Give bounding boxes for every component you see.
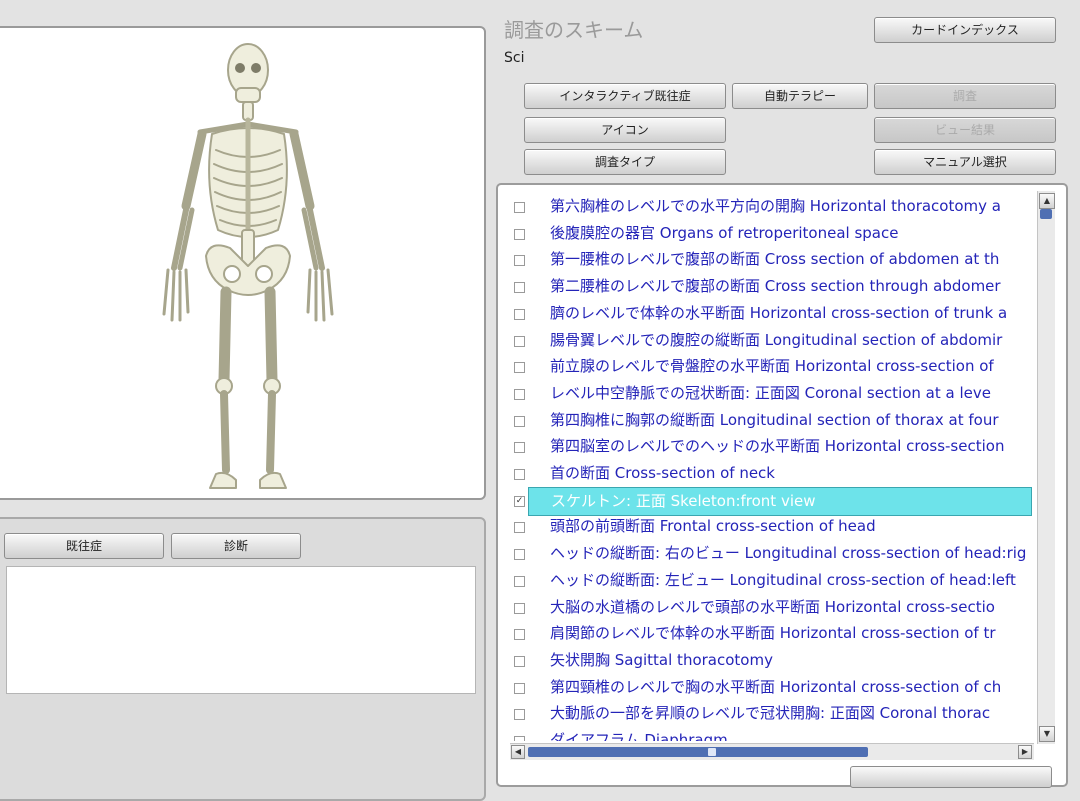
list-item-label: 第一腰椎のレベルで腹部の断面 Cross section of abdomen … [550, 250, 1000, 269]
checkbox[interactable] [514, 736, 525, 741]
list-item-label: 頭部の前頭断面 Frontal cross-section of head [550, 517, 876, 536]
checkbox[interactable] [514, 228, 525, 240]
view-result-button[interactable]: ビュー結果 [874, 117, 1056, 143]
horizontal-scrollbar[interactable]: ◀ ▶ [510, 743, 1034, 760]
list-item-label: ヘッドの縦断面: 右のビュー Longitudinal cross-sectio… [550, 544, 1027, 563]
checkbox[interactable] [514, 549, 525, 561]
list-item[interactable]: ダイアフラム Diaphragm [498, 727, 1035, 741]
checkbox[interactable]: ✓ [514, 495, 525, 507]
list-item-label: 後腹膜腔の器官 Organs of retroperitoneal space [550, 223, 899, 242]
vertical-scroll-thumb[interactable] [1040, 209, 1052, 219]
list-item-label: レベル中空静脈での冠状断面: 正面図 Coronal section at a … [550, 383, 991, 402]
list-item-label: 大動脈の一部を昇順のレベルで冠状開胸: 正面図 Coronal thorac [550, 704, 991, 723]
scroll-up-icon[interactable]: ▲ [1039, 193, 1055, 209]
list-item-label: 第四脳室のレベルでのヘッドの水平断面 Horizontal cross-sect… [550, 437, 1005, 456]
list-item[interactable]: 臍のレベルで体幹の水平断面 Horizontal cross-section o… [498, 300, 1035, 327]
list-item-label: 前立腺のレベルで骨盤腔の水平断面 Horizontal cross-sectio… [550, 357, 994, 376]
list-item[interactable]: 第二腰椎のレベルで腹部の断面 Cross section through abd… [498, 273, 1035, 300]
checkbox[interactable] [514, 655, 525, 667]
list-item[interactable]: 首の断面 Cross-section of neck [498, 460, 1035, 487]
checkbox[interactable] [514, 682, 525, 694]
list-item[interactable]: 肩関節のレベルで体幹の水平断面 Horizontal cross-section… [498, 620, 1035, 647]
checkbox[interactable] [514, 362, 525, 374]
list-item-label: 第六胸椎のレベルでの水平方向の開胸 Horizontal thoracotomy… [550, 197, 1001, 215]
list-item-label: 臍のレベルで体幹の水平断面 Horizontal cross-section o… [550, 303, 1008, 322]
card-index-button[interactable]: カードインデックス [874, 17, 1056, 43]
list-item-label: 大脳の水道橋のレベルで頭部の水平断面 Horizontal cross-sect… [550, 597, 995, 616]
list-item[interactable]: ヘッドの縦断面: 左ビュー Longitudinal cross-section… [498, 567, 1035, 594]
scroll-left-icon[interactable]: ◀ [511, 745, 525, 759]
list-item[interactable]: 後腹膜腔の器官 Organs of retroperitoneal space [498, 220, 1035, 247]
list-item[interactable]: 前立腺のレベルで骨盤腔の水平断面 Horizontal cross-sectio… [498, 353, 1035, 380]
notes-textbox[interactable] [6, 566, 476, 694]
list-item[interactable]: 大動脈の一部を昇順のレベルで冠状開胸: 正面図 Coronal thorac [498, 700, 1035, 727]
list-item[interactable]: ヘッドの縦断面: 右のビュー Longitudinal cross-sectio… [498, 540, 1035, 567]
checkbox[interactable] [514, 388, 525, 400]
survey-list-panel: 第六胸椎のレベルでの水平方向の開胸 Horizontal thoracotomy… [496, 183, 1068, 787]
list-item-label: 第四頸椎のレベルで胸の水平断面 Horizontal cross-section… [550, 677, 1002, 696]
list-item[interactable]: 第一腰椎のレベルで腹部の断面 Cross section of abdomen … [498, 246, 1035, 273]
checkbox[interactable] [514, 602, 525, 614]
model-viewer[interactable] [0, 26, 486, 500]
checkbox[interactable] [514, 629, 525, 641]
list-item-label: 第四胸椎に胸郭の縦断面 Longitudinal section of thor… [550, 410, 999, 429]
survey-type-button[interactable]: 調査タイプ [524, 149, 726, 175]
auto-therapy-button[interactable]: 自動テラピー [732, 83, 868, 109]
skeleton-figure [162, 43, 334, 489]
list-item-label: 矢状開胸 Sagittal thoracotomy [550, 650, 773, 669]
manual-select-button[interactable]: マニュアル選択 [874, 149, 1056, 175]
list-item[interactable]: レベル中空静脈での冠状断面: 正面図 Coronal section at a … [498, 380, 1035, 407]
interactive-history-button[interactable]: インタラクティブ既往症 [524, 83, 726, 109]
checkbox[interactable] [514, 442, 525, 454]
list-item-label: スケルトン: 正面 Skeleton:front view [528, 486, 1032, 516]
checkbox[interactable] [514, 575, 525, 587]
diagnosis-button[interactable]: 診断 [171, 533, 301, 559]
scroll-down-icon[interactable]: ▼ [1039, 726, 1055, 742]
horizontal-scroll-thumb[interactable] [528, 747, 868, 757]
checkbox[interactable] [514, 308, 525, 320]
checkbox[interactable] [514, 282, 525, 294]
list-item[interactable]: 第四脳室のレベルでのヘッドの水平断面 Horizontal cross-sect… [498, 433, 1035, 460]
checkbox[interactable] [514, 202, 525, 213]
list-item[interactable]: 第四胸椎に胸郭の縦断面 Longitudinal section of thor… [498, 407, 1035, 434]
list-item-label: ダイアフラム Diaphragm [550, 731, 728, 741]
list-item-label: 首の断面 Cross-section of neck [550, 464, 775, 482]
list-item[interactable]: 矢状開胸 Sagittal thoracotomy [498, 647, 1035, 674]
checkbox[interactable] [514, 415, 525, 427]
scroll-grip-icon [708, 748, 716, 756]
list-item[interactable]: 大脳の水道橋のレベルで頭部の水平断面 Horizontal cross-sect… [498, 594, 1035, 621]
vertical-scrollbar[interactable]: ▲ ▼ [1037, 191, 1055, 744]
list-item-label: 肩関節のレベルで体幹の水平断面 Horizontal cross-section… [550, 624, 996, 643]
checkbox[interactable] [514, 335, 525, 347]
checkbox[interactable] [514, 522, 525, 534]
list-item-label: ヘッドの縦断面: 左ビュー Longitudinal cross-section… [550, 570, 1016, 589]
scheme-title: 調査のスキーム [504, 18, 644, 42]
history-button[interactable]: 既往症 [4, 533, 164, 559]
list-item[interactable]: 第四頸椎のレベルで胸の水平断面 Horizontal cross-section… [498, 674, 1035, 701]
list-item[interactable]: 腸骨翼レベルでの腹腔の縦断面 Longitudinal section of a… [498, 327, 1035, 354]
viewer-canvas[interactable] [2, 34, 478, 492]
icon-button[interactable]: アイコン [524, 117, 726, 143]
checkbox[interactable] [514, 255, 525, 267]
checkbox[interactable] [514, 469, 525, 480]
bottom-button[interactable] [850, 766, 1052, 788]
survey-button[interactable]: 調査 [874, 83, 1056, 109]
list-item[interactable]: 頭部の前頭断面 Frontal cross-section of head [498, 513, 1035, 540]
checkbox[interactable] [514, 709, 525, 721]
list-item-label: 腸骨翼レベルでの腹腔の縦断面 Longitudinal section of a… [550, 330, 1003, 349]
list-item[interactable]: ✓ スケルトン: 正面 Skeleton:front view [498, 486, 1035, 516]
scheme-value: Sci [504, 50, 525, 66]
list-item-label: 第二腰椎のレベルで腹部の断面 Cross section through abd… [550, 277, 1001, 296]
scroll-right-icon[interactable]: ▶ [1018, 745, 1032, 759]
survey-list[interactable]: 第六胸椎のレベルでの水平方向の開胸 Horizontal thoracotomy… [498, 185, 1035, 741]
list-item[interactable]: 第六胸椎のレベルでの水平方向の開胸 Horizontal thoracotomy… [498, 193, 1035, 220]
